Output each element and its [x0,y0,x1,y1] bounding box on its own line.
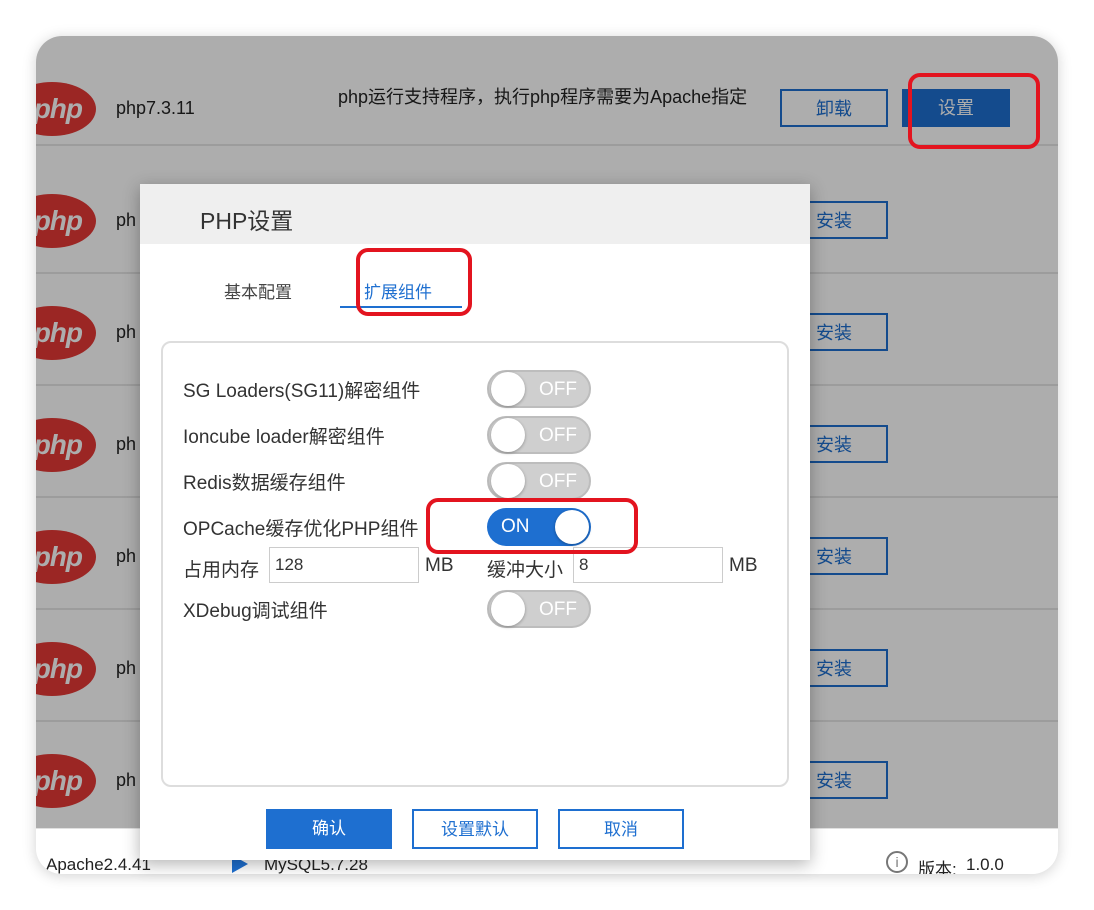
highlight-extensions-tab [356,248,472,316]
confirm-button[interactable]: 确认 [266,809,392,849]
toggle-state: OFF [539,471,577,492]
redis-toggle[interactable]: OFF [487,462,591,500]
memory-unit: MB [425,555,454,576]
dialog-title: PHP设置 [200,208,294,234]
sg-loaders-label: SG Loaders(SG11)解密组件 [183,381,421,402]
toggle-knob [491,372,525,406]
cancel-button[interactable]: 取消 [558,809,684,849]
buffer-unit: MB [729,555,758,576]
ioncube-toggle[interactable]: OFF [487,416,591,454]
toggle-state: OFF [539,599,577,620]
highlight-settings [908,73,1040,149]
memory-label: 占用内存 [183,560,260,581]
set-default-button[interactable]: 设置默认 [412,809,538,849]
toggle-knob [491,464,525,498]
toggle-state: OFF [539,425,577,446]
apache-status: Apache2.4.41 [46,855,151,874]
redis-label: Redis数据缓存组件 [183,473,346,494]
xdebug-label: XDebug调试组件 [183,601,328,622]
memory-input[interactable]: 128 [269,547,419,583]
ioncube-label: Ioncube loader解密组件 [183,427,385,448]
buffer-label: 缓冲大小 [487,560,564,581]
toggle-knob [491,418,525,452]
sg-loaders-toggle[interactable]: OFF [487,370,591,408]
toggle-state: OFF [539,379,577,400]
version-value: 1.0.0 [966,855,1004,874]
tab-basic-config[interactable]: 基本配置 [224,278,292,303]
info-icon[interactable]: i [886,851,908,873]
extensions-panel: SG Loaders(SG11)解密组件 OFF Ioncube loader解… [161,341,789,787]
xdebug-toggle[interactable]: OFF [487,590,591,628]
dialog-header: PHP设置 [140,184,810,244]
opcache-label: OPCache缓存优化PHP组件 [183,519,419,540]
highlight-opcache-toggle [426,498,638,554]
version-label: 版本: [918,860,957,874]
toggle-knob [491,592,525,626]
